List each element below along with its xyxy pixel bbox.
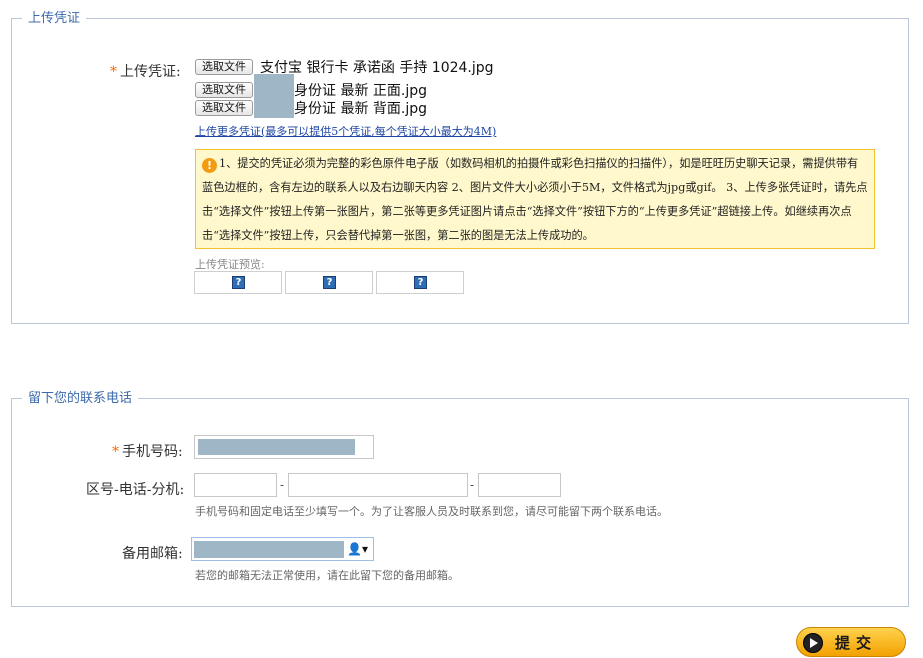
file-name-2: 身份证 最新 正面.jpg	[294, 83, 428, 99]
notice-text: 1、提交的凭证必须为完整的彩色原件电子版（如数码相机的拍摄件或彩色扫描仪的扫描件…	[202, 157, 868, 242]
file-name-1: 支付宝 银行卡 承诺函 手持 1024.jpg	[260, 60, 494, 76]
preview-label: 上传凭证预览:	[195, 258, 265, 271]
redaction-mask-mobile	[198, 439, 355, 455]
area-code-input[interactable]	[194, 473, 277, 497]
warning-icon: !	[202, 158, 217, 173]
upload-label: * 上传凭证:	[110, 61, 181, 81]
preview-box-3: ?	[376, 271, 464, 294]
choose-file-button-1[interactable]: 选取文件	[195, 59, 253, 75]
required-star: *	[110, 64, 117, 80]
email-hint: 若您的邮箱无法正常使用，请在此留下您的备用邮箱。	[195, 569, 459, 582]
phone-hint: 手机号码和固定电话至少填写一个。为了让客服人员及时联系到您，请尽可能留下两个联系…	[195, 505, 668, 518]
missing-image-icon: ?	[232, 276, 245, 289]
play-icon	[803, 633, 823, 653]
mobile-input[interactable]	[194, 435, 374, 459]
redaction-mask-files	[254, 74, 294, 118]
choose-file-button-3[interactable]: 选取文件	[195, 100, 253, 116]
submit-label: 提交	[835, 634, 878, 652]
upload-legend: 上传凭证	[22, 10, 87, 27]
contact-autofill-icon[interactable]: 👤▾	[347, 542, 368, 556]
contact-legend: 留下您的联系电话	[22, 390, 139, 407]
preview-box-2: ?	[285, 271, 373, 294]
upload-label-text: 上传凭证:	[120, 64, 181, 80]
phone-number-input[interactable]	[288, 473, 468, 497]
required-star: *	[112, 444, 119, 460]
missing-image-icon: ?	[414, 276, 427, 289]
mobile-label: * 手机号码:	[112, 441, 183, 461]
upload-notice: ! 1、提交的凭证必须为完整的彩色原件电子版（如数码相机的拍摄件或彩色扫描仪的扫描…	[195, 149, 875, 249]
phone-separator-1: -	[280, 478, 285, 492]
extension-input[interactable]	[478, 473, 561, 497]
mobile-label-text: 手机号码:	[122, 444, 183, 460]
choose-file-button-2[interactable]: 选取文件	[195, 82, 253, 98]
redaction-mask-email	[194, 541, 344, 558]
phone-label: 区号-电话-分机:	[86, 482, 185, 498]
phone-separator-2: -	[470, 478, 475, 492]
missing-image-icon: ?	[323, 276, 336, 289]
preview-box-1: ?	[194, 271, 282, 294]
file-name-3: 身份证 最新 背面.jpg	[294, 101, 428, 117]
upload-more-link[interactable]: 上传更多凭证(最多可以提供5个凭证,每个凭证大小最大为4M)	[195, 123, 496, 139]
email-label: 备用邮箱:	[122, 546, 183, 562]
submit-button[interactable]: 提交	[796, 627, 906, 657]
